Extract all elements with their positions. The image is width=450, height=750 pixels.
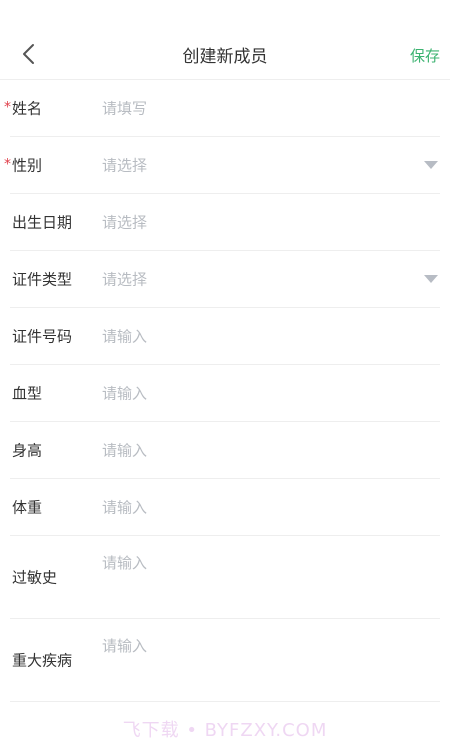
field-label: 姓名 xyxy=(12,99,43,118)
field-name[interactable]: * 姓名 请填写 xyxy=(4,80,440,137)
field-label: 身高 xyxy=(12,441,43,460)
field-height[interactable]: 身高 请输入 xyxy=(10,422,440,479)
field-id-type[interactable]: 证件类型 请选择 xyxy=(10,251,440,308)
field-major-illness[interactable]: 重大疾病 请输入 xyxy=(10,619,440,702)
required-mark: * xyxy=(4,156,11,173)
field-label: 重大疾病 xyxy=(12,651,73,670)
watermark: 飞下载 • BYFZXY.COM xyxy=(122,720,328,741)
id-number-input[interactable]: 请输入 xyxy=(102,326,147,347)
weight-input[interactable]: 请输入 xyxy=(102,497,147,518)
required-mark: * xyxy=(4,99,11,116)
field-label: 出生日期 xyxy=(12,213,73,232)
field-label: 过敏史 xyxy=(12,568,58,587)
field-blood-type[interactable]: 血型 请输入 xyxy=(10,365,440,422)
page-title: 创建新成员 xyxy=(182,47,268,67)
field-id-number[interactable]: 证件号码 请输入 xyxy=(10,308,440,365)
birthdate-picker[interactable]: 请选择 xyxy=(102,212,147,233)
member-form: * 姓名 请填写 * 性别 请选择 出生日期 请选择 证件类型 请选择 证件号码… xyxy=(0,80,450,702)
save-button[interactable]: 保存 xyxy=(410,45,440,66)
major-illness-textarea[interactable]: 请输入 xyxy=(102,635,147,656)
field-allergy-history[interactable]: 过敏史 请输入 xyxy=(10,536,440,619)
field-label: 血型 xyxy=(12,384,43,403)
field-gender[interactable]: * 性别 请选择 xyxy=(4,137,440,194)
dropdown-caret-icon[interactable] xyxy=(424,275,438,283)
allergy-textarea[interactable]: 请输入 xyxy=(102,552,147,573)
field-label: 体重 xyxy=(12,498,43,517)
name-input[interactable]: 请填写 xyxy=(102,98,147,119)
field-label: 证件类型 xyxy=(12,270,73,289)
blood-type-input[interactable]: 请输入 xyxy=(102,383,147,404)
dropdown-caret-icon[interactable] xyxy=(424,161,438,169)
nav-bar: 创建新成员 保存 xyxy=(0,0,450,80)
height-input[interactable]: 请输入 xyxy=(102,440,147,461)
field-label: 证件号码 xyxy=(12,327,73,346)
id-type-select[interactable]: 请选择 xyxy=(102,269,147,290)
field-birthdate[interactable]: 出生日期 请选择 xyxy=(10,194,440,251)
field-label: 性别 xyxy=(12,156,43,175)
field-weight[interactable]: 体重 请输入 xyxy=(10,479,440,536)
gender-select[interactable]: 请选择 xyxy=(102,155,147,176)
